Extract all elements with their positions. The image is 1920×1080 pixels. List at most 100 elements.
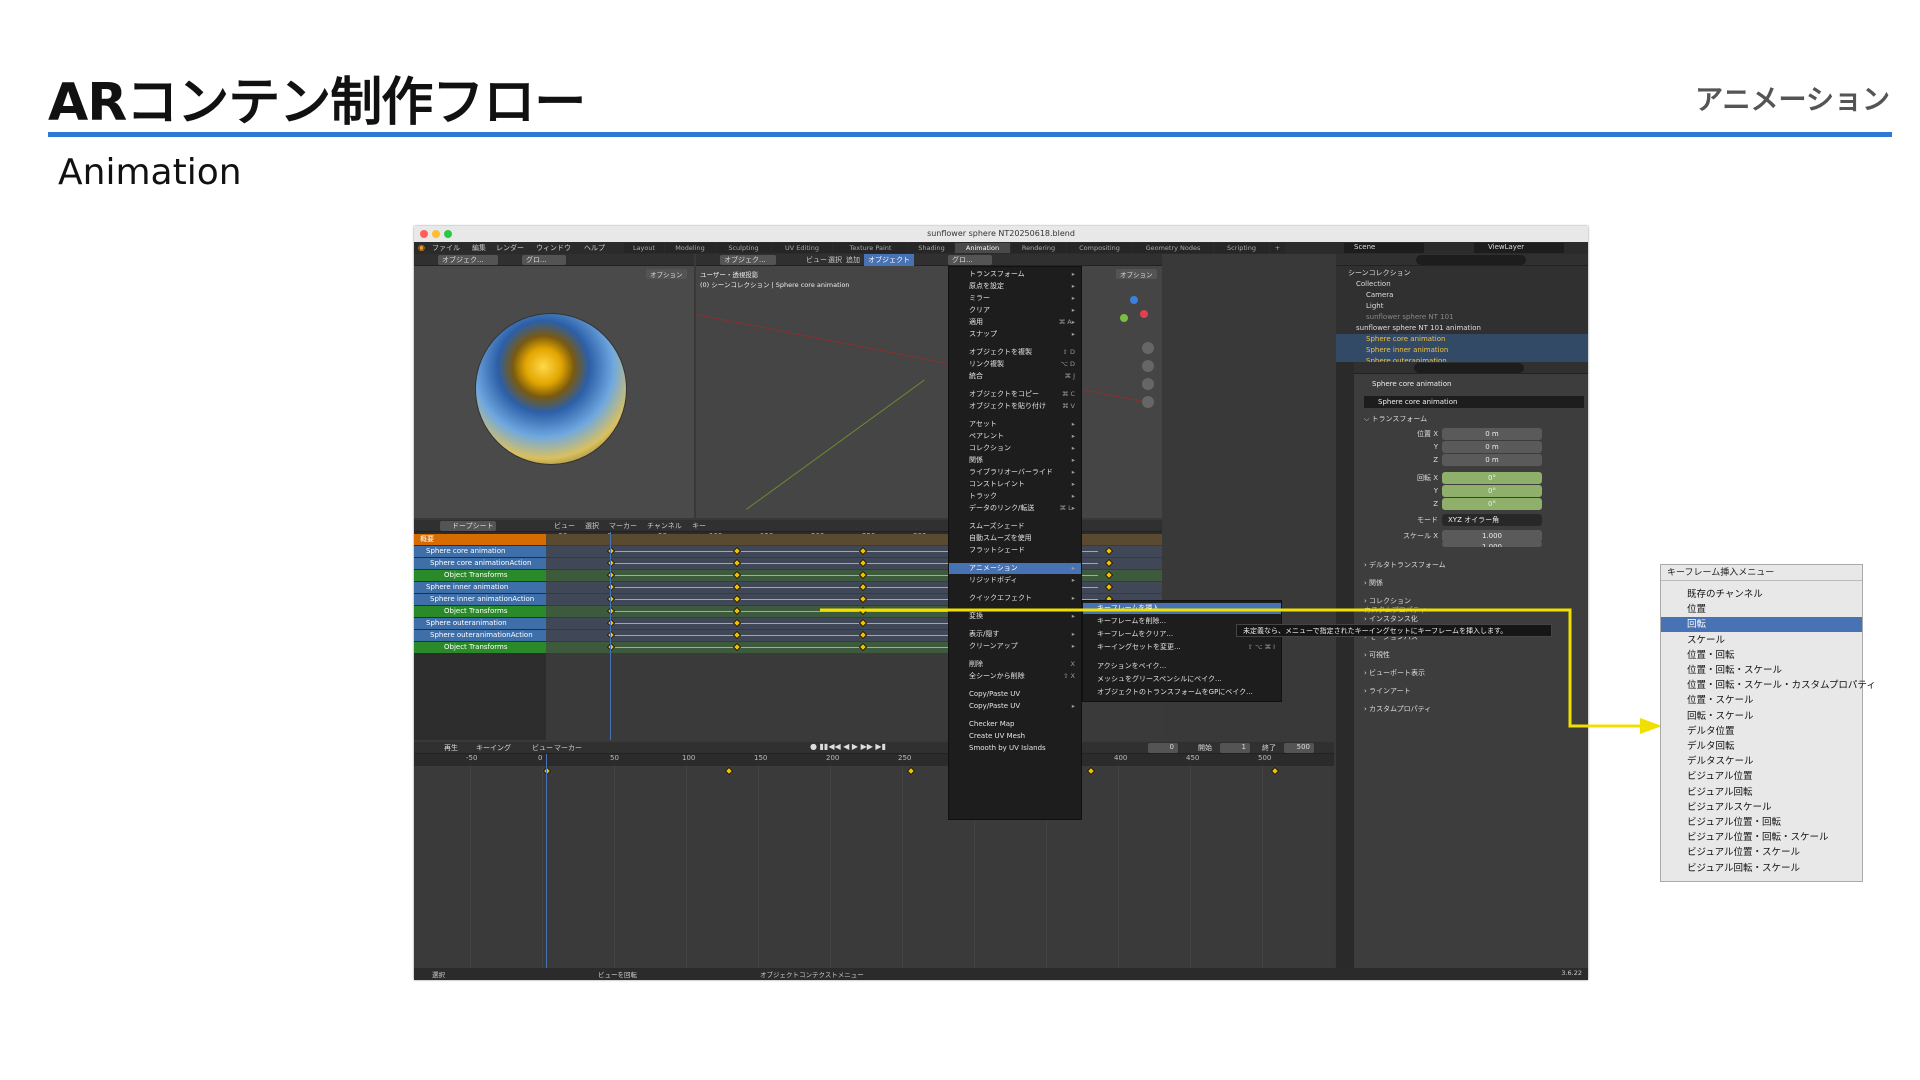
properties-search-input[interactable]: [1414, 363, 1524, 373]
outliner-row[interactable]: sunflower sphere NT 101: [1336, 312, 1588, 323]
timeline-playhead[interactable]: [546, 754, 547, 968]
timeline-keyframe[interactable]: [906, 766, 916, 776]
timeline-keyframe[interactable]: [724, 766, 734, 776]
workspace-tab[interactable]: Modeling: [665, 243, 715, 253]
channel-row[interactable]: Sphere inner animationAction: [414, 594, 546, 605]
workspace-tab[interactable]: Texture Paint: [833, 243, 908, 253]
channel-row[interactable]: Object Transforms: [414, 606, 546, 617]
mode-dropdown-right[interactable]: オブジェク...: [720, 255, 776, 265]
keyframe-menu-item[interactable]: デルタ位置: [1661, 724, 1862, 739]
outliner-row[interactable]: sunflower sphere NT 101 animation: [1336, 323, 1588, 334]
transform-section[interactable]: ⌵ トランスフォーム: [1364, 414, 1427, 424]
workspace-tab[interactable]: Layout: [624, 243, 664, 253]
orientation-dropdown[interactable]: グロ...: [522, 255, 566, 265]
keyframe-menu-item[interactable]: 位置・回転・スケール・カスタムプロパティ: [1661, 678, 1876, 693]
rotation-y-field[interactable]: 0°: [1442, 485, 1542, 497]
zoom-icon[interactable]: [1142, 342, 1154, 354]
object-menu-item[interactable]: リジッドボディ ▸: [949, 575, 1081, 586]
outliner-row[interactable]: Sphere core animation: [1336, 334, 1588, 345]
vp-menu-add[interactable]: 追加: [846, 255, 860, 265]
keyframe-menu-item[interactable]: 回転・スケール: [1661, 709, 1862, 724]
location-z-field[interactable]: 0 m: [1442, 454, 1542, 466]
menubar-item[interactable]: レンダー: [496, 243, 524, 253]
object-menu-item[interactable]: オブジェクトを複製 ⇧ D: [949, 347, 1081, 358]
object-menu-item[interactable]: 適用 ⌘ A▸: [949, 317, 1081, 328]
outliner-row[interactable]: Collection: [1336, 279, 1588, 290]
keyframe-menu-item[interactable]: ビジュアル回転: [1661, 785, 1862, 800]
gizmo-z-icon[interactable]: [1130, 296, 1138, 304]
rotation-mode-dropdown[interactable]: XYZ オイラー角: [1442, 514, 1542, 526]
outliner-row[interactable]: Light: [1336, 301, 1588, 312]
keyframe-menu-item[interactable]: ビジュアル位置・スケール: [1661, 845, 1862, 860]
object-menu-item[interactable]: オブジェクトをコピー ⌘ C: [949, 389, 1081, 400]
rotation-z-field[interactable]: 0°: [1442, 498, 1542, 510]
keyframe-menu-item[interactable]: 既存のチャンネル: [1661, 587, 1862, 602]
workspace-tab[interactable]: Scripting: [1214, 243, 1269, 253]
keyframe-menu-item[interactable]: 位置・回転・スケール: [1661, 663, 1862, 678]
vp-menu-select[interactable]: 選択: [828, 255, 842, 265]
gizmo-y-icon[interactable]: [1120, 314, 1128, 322]
keyframe-menu-item[interactable]: 位置・回転: [1661, 648, 1862, 663]
object-menu-item[interactable]: トラック ▸: [949, 491, 1081, 502]
menubar-item[interactable]: ウィンドウ: [536, 243, 571, 253]
channel-row[interactable]: Sphere core animation: [414, 546, 546, 557]
object-menu-item[interactable]: オブジェクトを貼り付け ⌘ V: [949, 401, 1081, 412]
camera-view-icon[interactable]: [1142, 378, 1154, 390]
workspace-tab[interactable]: Rendering: [1011, 243, 1066, 253]
keyframe-menu-item[interactable]: ビジュアル位置: [1661, 769, 1862, 784]
object-menu-item[interactable]: 自動スムーズを使用: [949, 533, 1081, 544]
object-menu-item[interactable]: アニメーション ▸: [949, 563, 1081, 574]
channel-row[interactable]: Sphere outeranimation: [414, 618, 546, 629]
pan-hand-icon[interactable]: [1142, 360, 1154, 372]
outliner-row[interactable]: Sphere inner animation: [1336, 345, 1588, 356]
timeline-keyframes[interactable]: [414, 754, 1334, 968]
mode-dropdown[interactable]: オブジェク...: [438, 255, 498, 265]
outliner-row[interactable]: シーンコレクション: [1336, 268, 1588, 279]
viewport-camera[interactable]: オブジェク... グロ... オプション: [414, 254, 694, 518]
keyframe-menu-item[interactable]: 位置: [1661, 602, 1862, 617]
vp-menu-view[interactable]: ビュー: [806, 255, 827, 265]
menubar-item[interactable]: 編集: [472, 243, 486, 253]
object-menu-item[interactable]: フラットシェード: [949, 545, 1081, 556]
dopesheet-menu-item[interactable]: 選択: [585, 521, 599, 531]
keying-menu[interactable]: キーイング: [476, 743, 511, 753]
object-menu-item[interactable]: クリア ▸: [949, 305, 1081, 316]
start-frame-field[interactable]: 1: [1220, 743, 1250, 753]
workspace-tab[interactable]: Geometry Nodes: [1133, 243, 1213, 253]
workspace-tab[interactable]: Sculpting: [716, 243, 771, 253]
end-frame-field[interactable]: 500: [1284, 743, 1314, 753]
object-menu-item[interactable]: ライブラリオーバーライド ▸: [949, 467, 1081, 478]
object-menu-item[interactable]: ミラー ▸: [949, 293, 1081, 304]
object-menu-item[interactable]: コレクション ▸: [949, 443, 1081, 454]
blender-logo-icon[interactable]: ◉: [418, 243, 425, 252]
object-menu-item[interactable]: リンク複製 ⌥ D: [949, 359, 1081, 370]
dopesheet-menu-item[interactable]: ビュー: [554, 521, 575, 531]
object-menu-item[interactable]: データのリンク/転送 ⌘ L▸: [949, 503, 1081, 514]
playhead[interactable]: [610, 532, 611, 740]
object-menu-item[interactable]: トランスフォーム ▸: [949, 269, 1081, 280]
viewport-options-button[interactable]: オプション: [646, 269, 687, 279]
scale-y-field[interactable]: 1.000: [1442, 541, 1542, 547]
object-menu-item[interactable]: コンストレイント ▸: [949, 479, 1081, 490]
object-menu-item[interactable]: アセット ▸: [949, 419, 1081, 430]
orientation-dropdown-right[interactable]: グロ...: [948, 255, 992, 265]
viewport-3d[interactable]: オブジェク... ビュー 選択 追加 オブジェクト グロ... ユーザー・透視投…: [695, 254, 1162, 518]
timeline-ruler[interactable]: -50050100150200250300350400450500: [414, 754, 1334, 766]
object-menu-item[interactable]: スムーズシェード: [949, 521, 1081, 532]
channel-row[interactable]: Sphere outeranimationAction: [414, 630, 546, 641]
grid-icon[interactable]: [1142, 396, 1154, 408]
navigation-gizmo[interactable]: [1116, 294, 1152, 330]
timeline-keyframe[interactable]: [1086, 766, 1096, 776]
location-y-field[interactable]: 0 m: [1442, 441, 1542, 453]
gizmo-x-icon[interactable]: [1140, 310, 1148, 318]
timeline-marker-menu[interactable]: マーカー: [554, 743, 582, 753]
channel-row[interactable]: Object Transforms: [414, 570, 546, 581]
channel-row[interactable]: 概要: [414, 534, 546, 545]
location-x-field[interactable]: 0 m: [1442, 428, 1542, 440]
object-menu-item[interactable]: スナップ ▸: [949, 329, 1081, 340]
menubar-item[interactable]: ヘルプ: [584, 243, 605, 253]
workspace-tab[interactable]: Animation: [955, 243, 1010, 253]
rotation-x-field[interactable]: 0°: [1442, 472, 1542, 484]
object-name-field[interactable]: Sphere core animation: [1364, 396, 1584, 408]
workspace-tab[interactable]: Compositing: [1067, 243, 1132, 253]
